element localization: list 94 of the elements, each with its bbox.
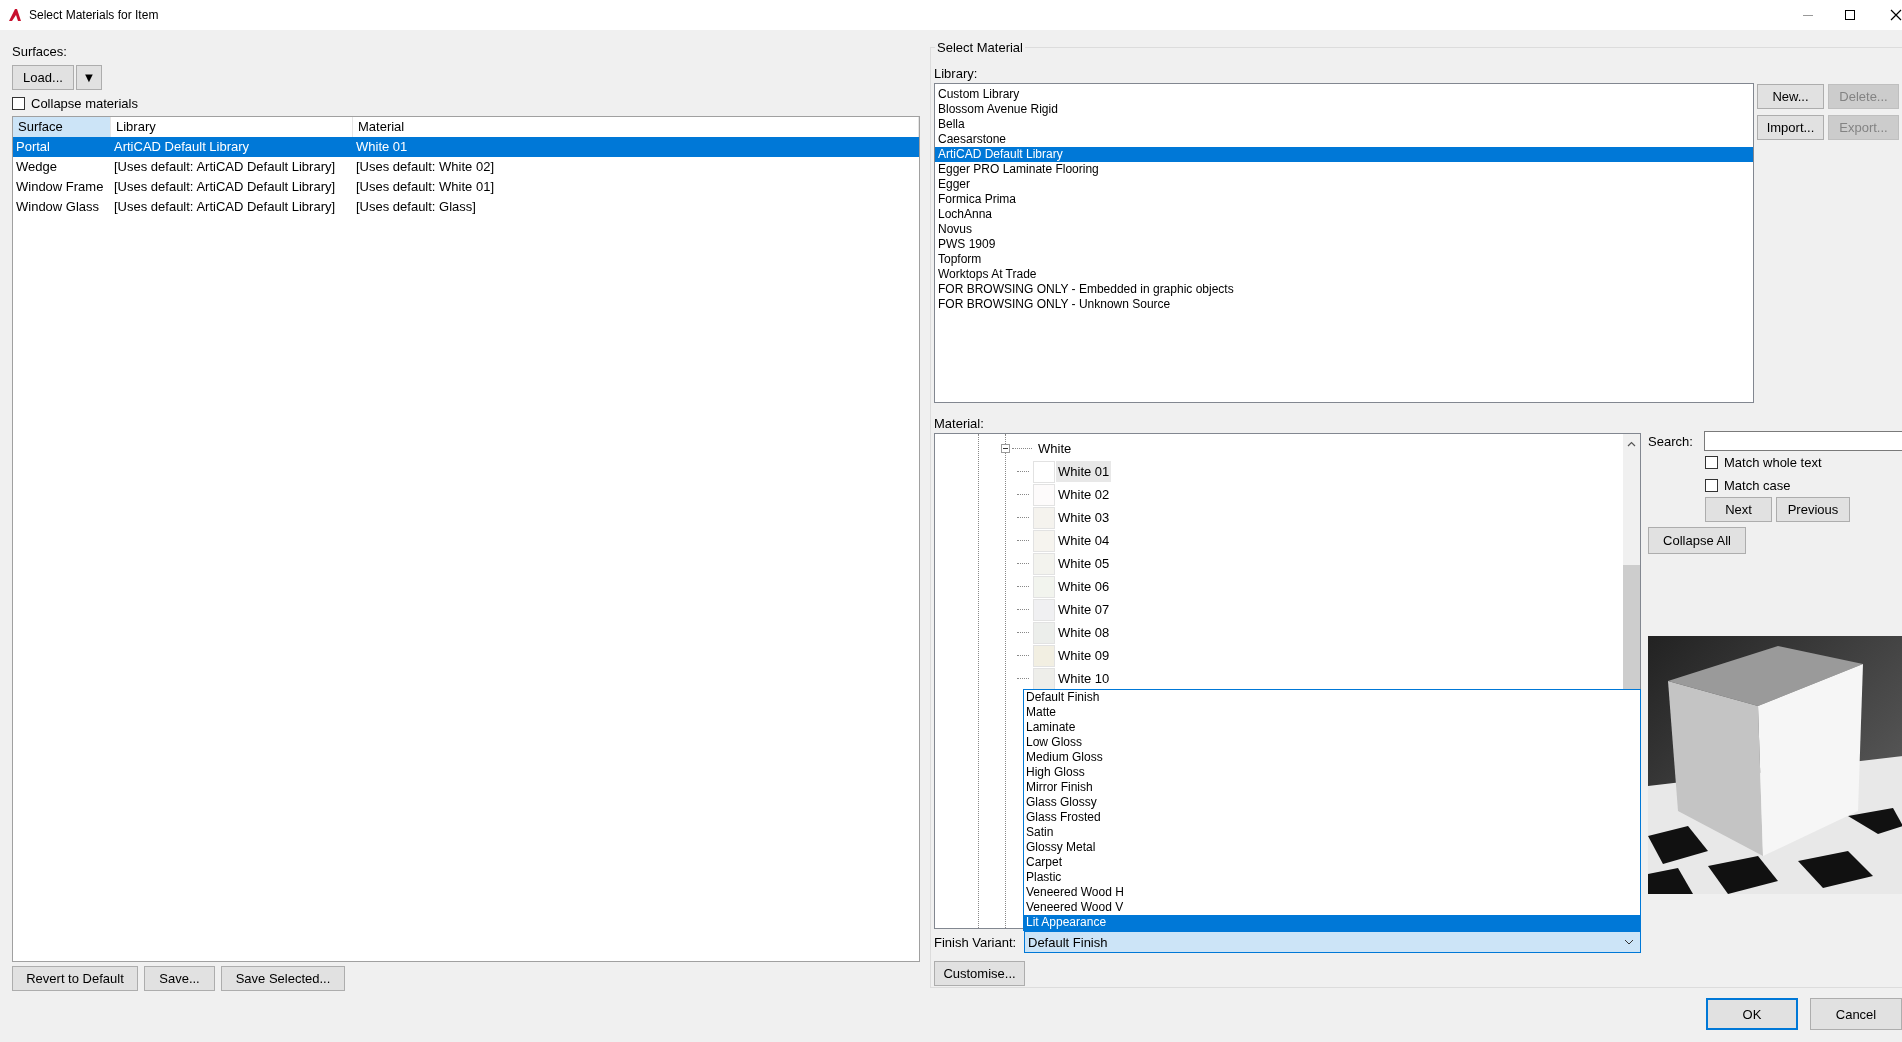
list-item[interactable]: ArtiCAD Default Library bbox=[935, 147, 1753, 162]
tree-item[interactable]: White 07 bbox=[1056, 599, 1112, 620]
dropdown-option[interactable]: Lit Appearance bbox=[1024, 915, 1640, 930]
table-row[interactable]: Wedge [Uses default: ArtiCAD Default Library] [Uses default: White 02] bbox=[13, 157, 919, 177]
list-item[interactable]: Bella bbox=[935, 117, 1753, 132]
table-cell-text: [Uses default: White 01] bbox=[355, 178, 495, 196]
button[interactable]: Save Selected... bbox=[221, 966, 345, 991]
table-cell-text: Wedge bbox=[15, 158, 58, 176]
finish-variant-label: Finish Variant: bbox=[934, 934, 1018, 950]
tree-item[interactable]: White 03 bbox=[1056, 507, 1112, 528]
dropdown-option[interactable]: Default Finish bbox=[1024, 690, 1640, 705]
library-label: Library: bbox=[934, 66, 979, 81]
collapse-icon[interactable] bbox=[1001, 444, 1010, 453]
dropdown-option[interactable]: Satin bbox=[1024, 825, 1640, 840]
list-item[interactable]: Egger bbox=[935, 177, 1753, 192]
search-field[interactable] bbox=[1704, 431, 1902, 451]
search-label: Search: bbox=[1648, 433, 1694, 449]
list-item[interactable]: Novus bbox=[935, 222, 1753, 237]
list-item[interactable]: Topform bbox=[935, 252, 1753, 267]
material-label: Material: bbox=[934, 416, 985, 431]
button[interactable]: Cancel bbox=[1810, 998, 1902, 1030]
scroll-up-icon bbox=[1627, 441, 1636, 447]
tree-item[interactable]: White 04 bbox=[1056, 530, 1112, 551]
dropdown-option[interactable]: Carpet bbox=[1024, 855, 1640, 870]
tree-item[interactable]: White 05 bbox=[1056, 553, 1112, 574]
table-cell-text: [Uses default: Glass] bbox=[355, 198, 477, 216]
list-item[interactable]: Blossom Avenue Rigid bbox=[935, 102, 1753, 117]
list-item[interactable]: FOR BROWSING ONLY - Embedded in graphic objects bbox=[935, 282, 1753, 297]
table-cell-text: [Uses default: ArtiCAD Default Library] bbox=[113, 158, 337, 176]
group-title: Select Material bbox=[936, 40, 1024, 55]
collapse-all-button[interactable]: Collapse All bbox=[1648, 527, 1746, 554]
finish-variant-dropdown[interactable]: Default Finish bbox=[1024, 931, 1641, 953]
load-button[interactable]: Load... bbox=[12, 65, 74, 90]
chevron-down-icon bbox=[1624, 939, 1634, 945]
table-cell-text: [Uses default: White 02] bbox=[355, 158, 495, 176]
table-cell-text: ArtiCAD Default Library bbox=[113, 138, 251, 156]
close-icon bbox=[1890, 9, 1902, 21]
checkbox[interactable] bbox=[1705, 479, 1718, 492]
tree-item[interactable]: White 02 bbox=[1056, 484, 1112, 505]
tree-item[interactable]: White 06 bbox=[1056, 576, 1112, 597]
tree-item[interactable]: White 01 bbox=[1056, 461, 1112, 482]
checkbox-label[interactable]: Match case bbox=[1724, 478, 1791, 493]
table-cell-text: White 01 bbox=[355, 138, 409, 156]
list-item[interactable]: LochAnna bbox=[935, 207, 1753, 222]
button[interactable]: OK bbox=[1706, 998, 1798, 1030]
button[interactable]: Next bbox=[1705, 497, 1772, 522]
button[interactable]: New... bbox=[1757, 84, 1824, 109]
collapse-materials-checkbox-label[interactable]: Collapse materials bbox=[31, 95, 138, 111]
checkbox[interactable] bbox=[12, 96, 25, 110]
button[interactable]: Import... bbox=[1757, 115, 1824, 140]
table-cell-text: Window Glass bbox=[15, 198, 101, 216]
list-item[interactable]: Caesarstone bbox=[935, 132, 1753, 147]
button[interactable]: Save... bbox=[144, 966, 215, 991]
dropdown-option[interactable]: Glass Frosted bbox=[1024, 810, 1640, 825]
tree-item[interactable]: White 08 bbox=[1056, 622, 1112, 643]
button[interactable]: Revert to Default bbox=[12, 966, 138, 991]
list-item[interactable]: Worktops At Trade bbox=[935, 267, 1753, 282]
window-title: Select Materials for Item bbox=[29, 8, 159, 22]
list-item[interactable]: Egger PRO Laminate Flooring bbox=[935, 162, 1753, 177]
list-item[interactable]: Formica Prima bbox=[935, 192, 1753, 207]
dropdown-option[interactable]: Mirror Finish bbox=[1024, 780, 1640, 795]
dropdown-option[interactable]: Veneered Wood H bbox=[1024, 885, 1640, 900]
dropdown-option[interactable]: Low Gloss bbox=[1024, 735, 1640, 750]
table-row[interactable]: Portal ArtiCAD Default Library White 01 bbox=[13, 137, 919, 157]
tree-item[interactable]: White 10 bbox=[1056, 668, 1112, 689]
table-cell-text: [Uses default: ArtiCAD Default Library] bbox=[113, 178, 337, 196]
logo-icon bbox=[8, 8, 22, 22]
dropdown-option[interactable]: Medium Gloss bbox=[1024, 750, 1640, 765]
dropdown-option[interactable]: Matte bbox=[1024, 705, 1640, 720]
dropdown-option[interactable]: Plastic bbox=[1024, 870, 1640, 885]
dropdown-option[interactable]: High Gloss bbox=[1024, 765, 1640, 780]
column-header[interactable]: Surface bbox=[13, 117, 111, 137]
checkbox-label[interactable]: Match whole text bbox=[1724, 455, 1822, 470]
list-item[interactable]: PWS 1909 bbox=[935, 237, 1753, 252]
table-cell-text: [Uses default: ArtiCAD Default Library] bbox=[113, 198, 337, 216]
dropdown-value: Default Finish bbox=[1028, 934, 1109, 950]
surfaces-label: Surfaces: bbox=[12, 44, 68, 59]
dropdown-option[interactable]: Glossy Metal bbox=[1024, 840, 1640, 855]
table-row[interactable]: Window Frame [Uses default: ArtiCAD Default Library] [Uses default: White 01] bbox=[13, 177, 919, 197]
table-cell-text: Portal bbox=[15, 138, 51, 156]
list-item[interactable]: FOR BROWSING ONLY - Unknown Source bbox=[935, 297, 1753, 312]
tree-item[interactable]: White 09 bbox=[1056, 645, 1112, 666]
list-item[interactable]: Custom Library bbox=[935, 87, 1753, 102]
dropdown-option[interactable]: Veneered Wood V bbox=[1024, 900, 1640, 915]
dropdown-option[interactable]: Glass Glossy bbox=[1024, 795, 1640, 810]
table-cell-text: Window Frame bbox=[15, 178, 105, 196]
dropdown-button[interactable]: ▼ bbox=[76, 65, 102, 90]
customise-button[interactable]: Customise... bbox=[934, 961, 1025, 986]
table-row[interactable]: Window Glass [Uses default: ArtiCAD Default Library] [Uses default: Glass] bbox=[13, 197, 919, 217]
tree-item[interactable]: White bbox=[1036, 438, 1074, 459]
dropdown-option[interactable]: Laminate bbox=[1024, 720, 1640, 735]
checkbox[interactable] bbox=[1705, 456, 1718, 469]
maximize-icon bbox=[1844, 9, 1856, 21]
button[interactable]: Previous bbox=[1776, 497, 1850, 522]
